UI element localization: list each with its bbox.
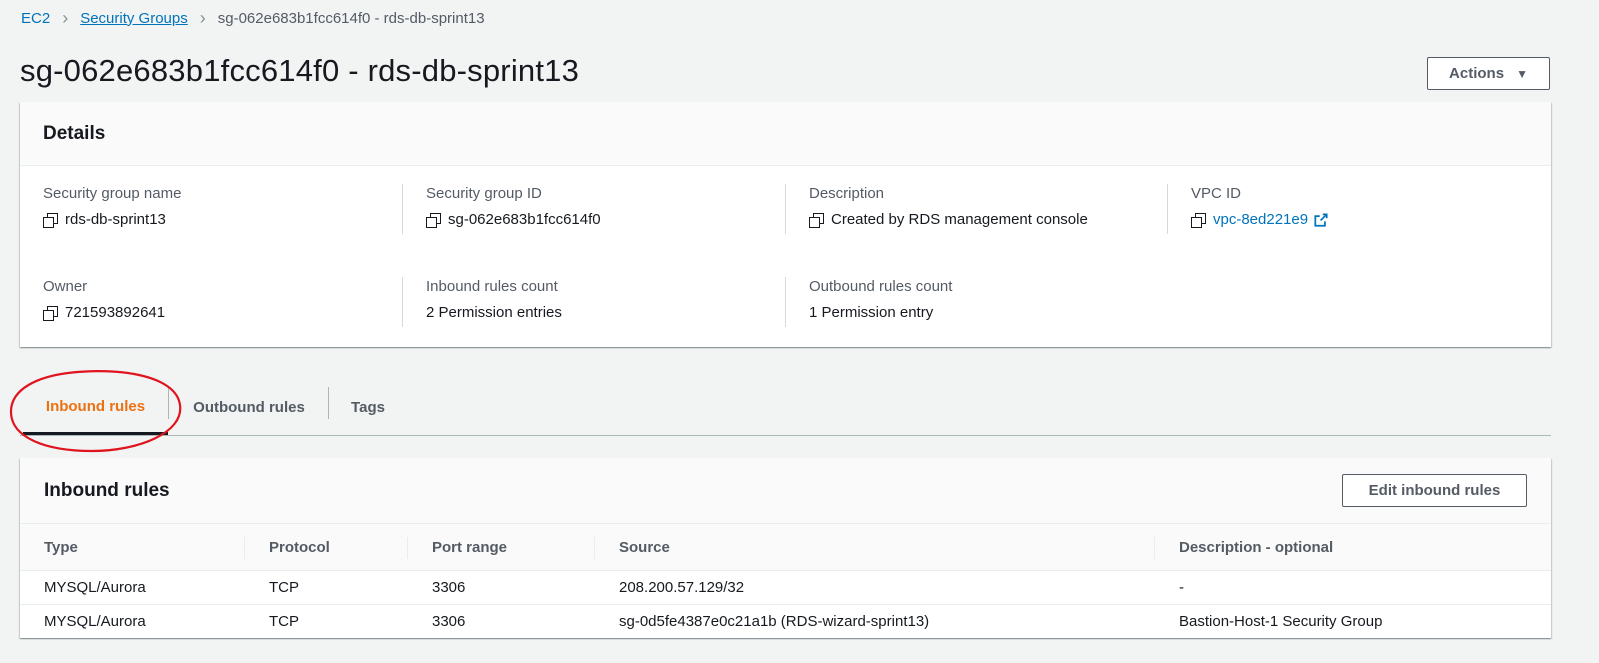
field-description: Description Created by RDS management co… [809,185,1169,228]
inbound-rules-header: Inbound rules Edit inbound rules [20,458,1551,524]
field-value: 721593892641 [65,304,166,321]
details-header: Details [20,102,1551,166]
cell-port-range: 3306 [432,613,466,630]
field-value: 1 Permission entry [809,304,934,321]
tab-outbound-rules[interactable]: Outbound rules [170,380,328,434]
field-outbound-rules-count: Outbound rules count 1 Permission entry [809,278,1169,321]
tab-divider [328,387,329,419]
copy-icon[interactable] [809,213,824,228]
cell-protocol: TCP [245,570,408,605]
column-header-port-range[interactable]: Port range [408,524,595,571]
field-label: Security group name [43,185,182,202]
actions-button[interactable]: Actions ▼ [1427,57,1550,90]
field-label: Owner [43,278,88,295]
cell-type: MYSQL/Aurora [20,570,245,605]
field-label: Outbound rules count [809,278,953,295]
field-label: Security group ID [426,185,542,202]
inbound-rules-table: Type Protocol Port range Source Descript… [20,524,1551,638]
column-header-protocol[interactable]: Protocol [245,524,408,571]
breadcrumb-current: sg-062e683b1fcc614f0 - rds-db-sprint13 [217,9,485,27]
field-value: rds-db-sprint13 [65,211,166,228]
tab-bar: Inbound rules Outbound rules Tags [20,380,1551,436]
cell-source: sg-0d5fe4387e0c21a1b (RDS-wizard-sprint1… [619,613,930,630]
chevron-right-icon: › [199,8,206,28]
breadcrumb-security-groups-link[interactable]: Security Groups [80,10,188,27]
field-security-group-id: Security group ID sg-062e683b1fcc614f0 [426,185,786,228]
field-vpc-id: VPC ID vpc-8ed221e9 [1191,185,1551,228]
tab-divider [168,387,169,419]
field-label: Inbound rules count [426,278,558,295]
table-row: MYSQL/Aurora TCP 3306 sg-0d5fe4387e0c21a… [20,605,1551,639]
table-header-row: Type Protocol Port range Source Descript… [20,524,1551,571]
inbound-rules-title: Inbound rules [44,479,170,501]
column-header-type[interactable]: Type [20,524,245,571]
page-title: sg-062e683b1fcc614f0 - rds-db-sprint13 [20,53,580,88]
tab-tags[interactable]: Tags [330,380,406,434]
table-row: MYSQL/Aurora TCP 3306 208.200.57.129/32 … [20,570,1551,605]
chevron-right-icon: › [62,8,69,28]
field-value: sg-062e683b1fcc614f0 [448,211,601,228]
actions-button-label: Actions [1449,65,1505,82]
copy-icon[interactable] [43,306,58,321]
details-panel: Details Security group name rds-db-sprin… [20,102,1551,347]
details-title: Details [43,122,106,144]
edit-inbound-rules-button[interactable]: Edit inbound rules [1342,474,1527,507]
field-owner: Owner 721593892641 [43,278,403,321]
cell-protocol: TCP [269,613,299,630]
field-value: Created by RDS management console [831,211,1088,228]
inbound-rules-panel: Inbound rules Edit inbound rules Type Pr… [20,458,1551,638]
field-inbound-rules-count: Inbound rules count 2 Permission entries [426,278,786,321]
cell-description: Bastion-Host-1 Security Group [1179,613,1383,630]
field-value: 2 Permission entries [426,304,562,321]
field-label: Description [809,185,885,202]
copy-icon[interactable] [426,213,441,228]
column-header-source[interactable]: Source [595,524,1155,571]
copy-icon[interactable] [1191,213,1206,228]
copy-icon[interactable] [43,213,58,228]
external-link-icon[interactable] [1314,212,1328,227]
breadcrumb: EC2 › Security Groups › sg-062e683b1fcc6… [21,8,485,28]
cell-source: 208.200.57.129/32 [595,570,1155,605]
field-security-group-name: Security group name rds-db-sprint13 [43,185,403,228]
cell-description: - [1155,570,1551,605]
tab-inbound-rules[interactable]: Inbound rules [23,380,168,435]
vpc-id-link[interactable]: vpc-8ed221e9 [1213,211,1308,228]
caret-down-icon: ▼ [1516,66,1528,81]
breadcrumb-ec2-link[interactable]: EC2 [21,10,50,27]
field-label: VPC ID [1191,185,1242,202]
cell-type: MYSQL/Aurora [44,613,146,630]
cell-port-range: 3306 [408,570,595,605]
column-header-description[interactable]: Description - optional [1155,524,1551,571]
